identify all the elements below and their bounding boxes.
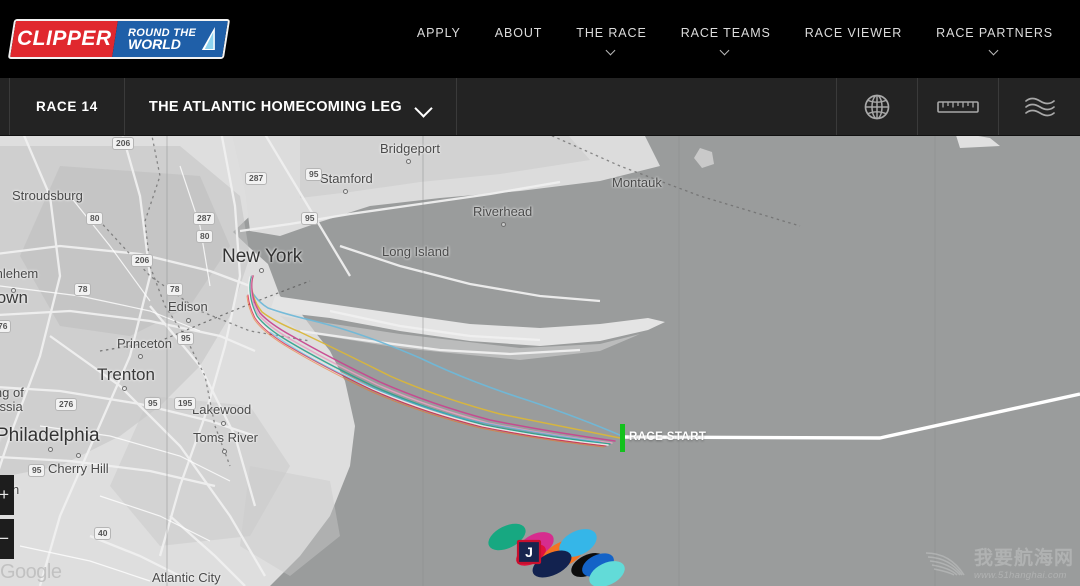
map-dot <box>222 449 227 454</box>
selected-boat-marker: J <box>516 539 542 565</box>
logo-secondary-text: ROUND THE WORLD <box>127 27 196 52</box>
race-map[interactable]: J Bridgeport Stamford Montauk Riverhead … <box>0 136 1080 586</box>
nav-item-label: ABOUT <box>494 26 543 40</box>
logo-secondary-line2: WORLD <box>127 36 181 52</box>
map-zoom-in-label: + <box>0 485 9 504</box>
map-dot <box>11 288 16 293</box>
route-shield: 76 <box>0 320 12 333</box>
route-shield: 195 <box>174 397 197 410</box>
map-dot <box>76 453 81 458</box>
map-dot <box>48 447 53 452</box>
route-shield: 95 <box>144 397 162 410</box>
nav-item-label: RACE TEAMS <box>680 26 771 40</box>
race-toolbar: RACE 14 THE ATLANTIC HOMECOMING LEG <box>0 78 1080 136</box>
ruler-icon <box>937 100 979 113</box>
route-shield: 80 <box>86 212 104 225</box>
route-shield: 40 <box>94 527 112 540</box>
top-navigation-bar: CLIPPER ROUND THE WORLD APPLY ABOUT THE … <box>0 0 1080 78</box>
chevron-down-icon <box>721 47 730 56</box>
nav-item-label: RACE PARTNERS <box>936 26 1053 40</box>
route-shield: 95 <box>177 332 195 345</box>
logo-primary-block: CLIPPER <box>10 21 118 57</box>
map-dot <box>138 354 143 359</box>
nav-item-label: RACE VIEWER <box>804 26 903 40</box>
nav-item-apply[interactable]: APPLY <box>400 26 478 40</box>
race-viewer-app: CLIPPER ROUND THE WORLD APPLY ABOUT THE … <box>0 0 1080 586</box>
race-start-marker <box>620 424 625 452</box>
globe-view-button[interactable] <box>837 78 918 135</box>
svg-text:J: J <box>525 544 533 560</box>
route-shield: 80 <box>196 230 214 243</box>
route-shield: 287 <box>245 172 268 185</box>
nav-item-race-partners[interactable]: RACE PARTNERS <box>919 26 1070 56</box>
route-shield: 95 <box>305 168 323 181</box>
nav-item-label: APPLY <box>416 26 461 40</box>
route-shield: 287 <box>193 212 216 225</box>
route-shield: 78 <box>74 283 92 296</box>
map-dot <box>259 268 264 273</box>
nav-item-the-race[interactable]: THE RACE <box>559 26 663 56</box>
map-zoom-in-button[interactable]: + <box>0 475 14 515</box>
clipper-logo[interactable]: CLIPPER ROUND THE WORLD <box>7 19 231 59</box>
map-zoom-out-label: − <box>0 529 9 548</box>
nav-item-race-viewer[interactable]: RACE VIEWER <box>788 26 919 40</box>
measure-button[interactable] <box>918 78 999 135</box>
leg-selector[interactable]: THE ATLANTIC HOMECOMING LEG <box>125 78 457 135</box>
route-shield: 276 <box>55 398 78 411</box>
map-dot <box>122 386 127 391</box>
route-shield: 206 <box>131 254 154 267</box>
race-number-label: RACE 14 <box>9 78 125 135</box>
route-shield: 78 <box>166 283 184 296</box>
route-shield: 95 <box>301 212 319 225</box>
nav-item-label: THE RACE <box>576 26 647 40</box>
map-dot <box>406 159 411 164</box>
weather-button[interactable] <box>999 78 1080 135</box>
map-zoom-out-button[interactable]: − <box>0 519 14 559</box>
waves-icon <box>1024 97 1055 116</box>
logo-primary-text: CLIPPER <box>16 27 112 50</box>
nav-item-race-teams[interactable]: RACE TEAMS <box>664 26 788 56</box>
toolbar-spacer <box>457 78 837 135</box>
map-dot <box>501 222 506 227</box>
chevron-down-icon <box>990 47 999 56</box>
route-shield: 95 <box>28 464 46 477</box>
chevron-down-icon <box>607 47 616 56</box>
map-dot <box>186 318 191 323</box>
leg-selector-label: THE ATLANTIC HOMECOMING LEG <box>148 98 402 115</box>
map-dot <box>343 189 348 194</box>
chevron-down-icon <box>416 102 432 112</box>
globe-icon <box>864 94 890 119</box>
logo-secondary-block: ROUND THE WORLD <box>111 21 228 57</box>
map-provider-logo: Google <box>0 561 62 583</box>
route-shield: 206 <box>112 137 135 150</box>
main-nav: APPLY ABOUT THE RACE RACE TEAMS RACE VIE… <box>400 0 1070 78</box>
map-canvas: J <box>0 136 1080 586</box>
sailboat-icon <box>201 27 215 50</box>
nav-item-about[interactable]: ABOUT <box>478 26 560 40</box>
map-dot <box>221 421 226 426</box>
